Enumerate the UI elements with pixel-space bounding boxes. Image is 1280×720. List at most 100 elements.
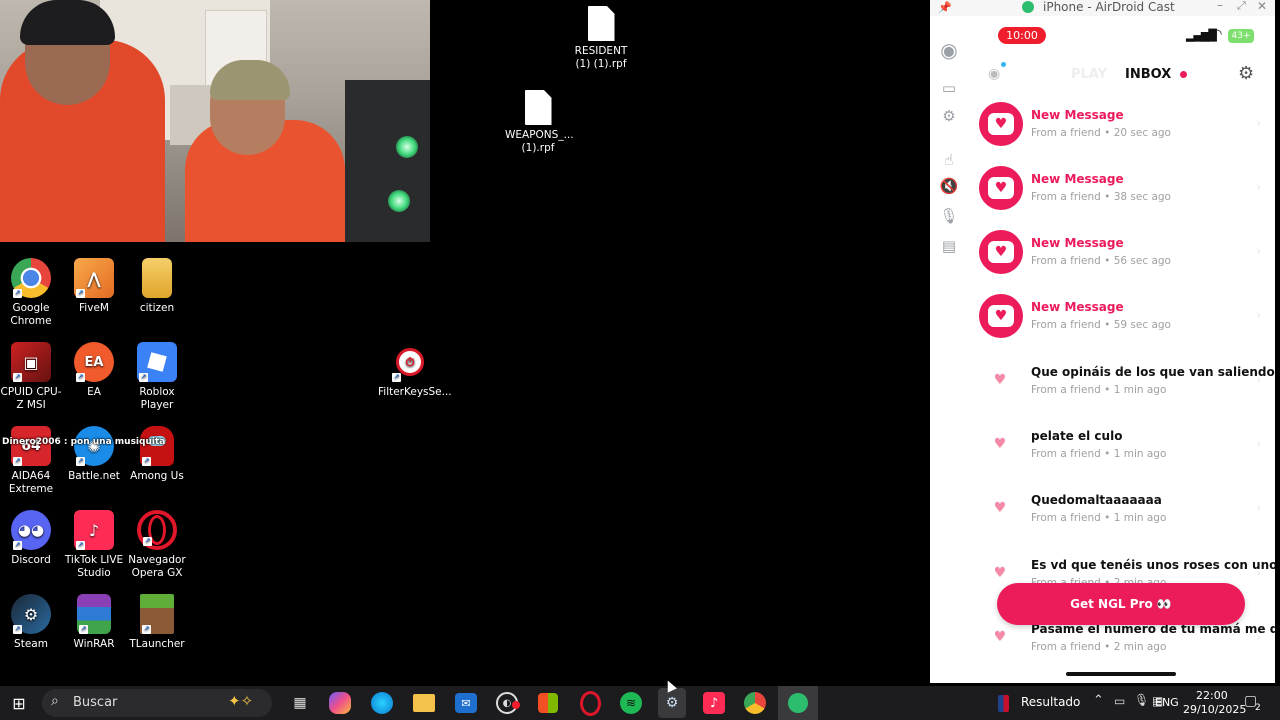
folder-icon [142,258,172,298]
opera-gx-taskbar-icon[interactable] [580,691,601,716]
microphone-icon[interactable]: 🎙 [1134,693,1149,707]
taskbar-search[interactable]: ⌕ Buscar ✦✧ [42,689,272,717]
desktop-file-weapons[interactable]: WEAPONS_... (1).rpf [505,90,574,155]
desktop-icon-battlenet[interactable]: ✺ ↗ Battle.net [62,426,126,483]
inbox-message[interactable]: ♥ Pásame el número de tu mamá me qu... F… [968,616,1275,680]
chevron-right-icon: › [1256,308,1261,322]
inbox-message[interactable]: ♥ Que opináis de los que van saliendo...… [968,359,1275,423]
recording-dot [512,701,520,709]
screen-icon[interactable]: ▭ [939,78,959,98]
language-indicator[interactable]: ENG [1155,696,1179,709]
windows-start-button[interactable]: ⊞ [6,690,32,716]
mic-mute-icon[interactable]: 🎙 [939,206,959,226]
desktop-icon-fivem[interactable]: ⋀ ↗ FiveM [62,258,126,315]
stream-chat-message: Dinero2006 : pon una musiquita [2,437,166,447]
opera-gx-icon: ↗ [137,510,177,550]
inbox-message[interactable]: ♥ New Message From a friend • 56 sec ago… [968,230,1275,294]
desktop-icon-chrome[interactable]: ↗ Google Chrome [0,258,63,328]
desktop-icon-among-us[interactable]: ↗ Among Us [125,426,189,483]
inbox-message[interactable]: ♥ pelate el culo From a friend • 1 min a… [968,423,1275,487]
chrome-taskbar-icon[interactable] [744,692,766,714]
desktop-icon-tiktok[interactable]: ♪ ↗ TikTok LIVE Studio [62,510,126,580]
chevron-right-icon: › [1256,373,1261,387]
eye-icon[interactable]: ◉ [988,66,1000,82]
notification-dot [1001,62,1006,67]
desktop-icon-discord[interactable]: ◕◕ ↗ Discord [0,510,63,567]
file-transfer-icon[interactable]: ▤ [939,236,959,256]
desktop-icon-steam[interactable]: ⚙ ↗ Steam [0,594,63,651]
steam-taskbar-icon[interactable]: ⚙ [658,688,686,718]
inbox-message[interactable]: ♥ Quedomaltaaaaaaa From a friend • 1 min… [968,487,1275,551]
chevron-right-icon: › [1256,630,1261,644]
clock-time[interactable]: 22:00 [1196,689,1228,702]
microsoft-store-icon[interactable] [538,693,558,713]
get-ngl-pro-button[interactable]: Get NGL Pro 👀 [997,583,1245,625]
ngl-heart-icon: ♥ [979,294,1023,338]
tiktok-taskbar-icon[interactable]: ♪ [703,692,725,714]
desktop-icon-opera-gx[interactable]: ↗ Navegador Opera GX [125,510,189,580]
spotify-icon[interactable]: ≋ [620,692,642,714]
desktop-icon-citizen[interactable]: citizen [125,258,189,315]
chevron-up-icon[interactable]: ⌃ [1093,693,1104,708]
speaker-mute-icon[interactable]: 🔇 [939,176,959,196]
cpuz-icon: ▣ ↗ [11,342,51,382]
airdroid-side-toolbar: ◉ ▭ ⚙ ☝ 🔇 🎙 ▤ [930,16,969,683]
desktop-icon-filterkeys[interactable]: ⏱ ↗ FilterKeysSe... [378,342,452,399]
ngl-heart-icon: ♥ [979,102,1023,146]
wifi-icon: ◠ [1211,27,1223,42]
copilot-icon[interactable] [329,692,351,714]
desktop-icon-winrar[interactable]: ↗ WinRAR [62,594,126,651]
inbox-message[interactable]: ♥ New Message From a friend • 38 sec ago… [968,166,1275,230]
desktop-file-resident[interactable]: RESIDENT (1) (1).rpf [566,6,636,71]
search-icon: ⌕ [51,693,59,709]
file-icon [587,6,615,41]
airdroid-cast-window: 📌 iPhone - AirDroid Cast – ⤢ ✕ ◉ ▭ ⚙ ☝ 🔇… [930,0,1275,683]
airdroid-icon [788,693,808,713]
tlauncher-icon: ↗ [140,594,174,634]
webcam-overlay [0,0,430,242]
heart-icon: ♥ [993,629,1007,645]
maximize-button[interactable]: ⤢ [1237,0,1246,13]
heart-icon: ♥ [993,565,1007,581]
filterkeys-icon: ⏱ ↗ [390,342,430,382]
file-explorer-icon[interactable] [413,694,435,712]
nba-icon[interactable] [998,695,1009,712]
desktop-icon-ea[interactable]: EA ↗ EA [62,342,126,399]
fivem-icon: ⋀ ↗ [74,258,114,298]
tab-play[interactable]: PLAY [1071,67,1107,82]
heart-icon: ♥ [993,500,1007,516]
monitor-icon[interactable]: ▭ [1114,694,1125,708]
inbox-message[interactable]: ♥ New Message From a friend • 59 sec ago… [968,294,1275,358]
outlook-icon[interactable]: ✉ [455,693,477,713]
copilot-sparkle-icon: ✦✧ [228,692,254,710]
search-placeholder: Buscar [73,695,118,710]
close-button[interactable]: ✕ [1257,0,1267,13]
desktop-icon-roblox[interactable]: ↗ Roblox Player [125,342,189,412]
settings-icon[interactable]: ⚙ [939,106,959,126]
airdroid-title-bar: 📌 iPhone - AirDroid Cast – ⤢ ✕ [930,0,1275,16]
clock-date[interactable]: 29/10/2025 [1183,703,1246,716]
inbox-message[interactable]: ♥ New Message From a friend • 20 sec ago… [968,102,1275,166]
edge-icon[interactable] [371,692,393,714]
weather-widget-label[interactable]: Resultado [1021,695,1080,709]
desktop-icon-cpuz[interactable]: ▣ ↗ CPUID CPU-Z MSI [0,342,63,412]
home-indicator[interactable] [1066,672,1176,676]
phone-screen: 10:00 ▂▄▆█ ◠ 43+ ◉ PLAY INBOX ⚙ ♥ New Me… [968,16,1275,683]
airdroid-taskbar-button[interactable] [778,686,818,720]
chevron-right-icon: › [1256,501,1261,515]
tab-inbox[interactable]: INBOX [1125,67,1171,82]
ngl-heart-icon: ♥ [979,166,1023,210]
task-view-icon[interactable]: ▦ [287,690,313,716]
minimize-button[interactable]: – [1217,0,1223,12]
notification-count: 2 [1255,703,1261,713]
touch-icon[interactable]: ☝ [939,150,959,170]
gear-icon[interactable]: ⚙ [1238,63,1254,84]
desktop-icon-tlauncher[interactable]: ↗ TLauncher [125,594,189,651]
chevron-right-icon: › [1256,437,1261,451]
pin-icon[interactable]: 📌 [938,1,952,14]
winrar-icon: ↗ [77,594,111,634]
inbox-unread-dot [1180,71,1187,78]
account-icon[interactable]: ◉ [939,40,959,60]
ea-icon: EA ↗ [74,342,114,382]
battery-indicator: 43+ [1228,29,1254,43]
